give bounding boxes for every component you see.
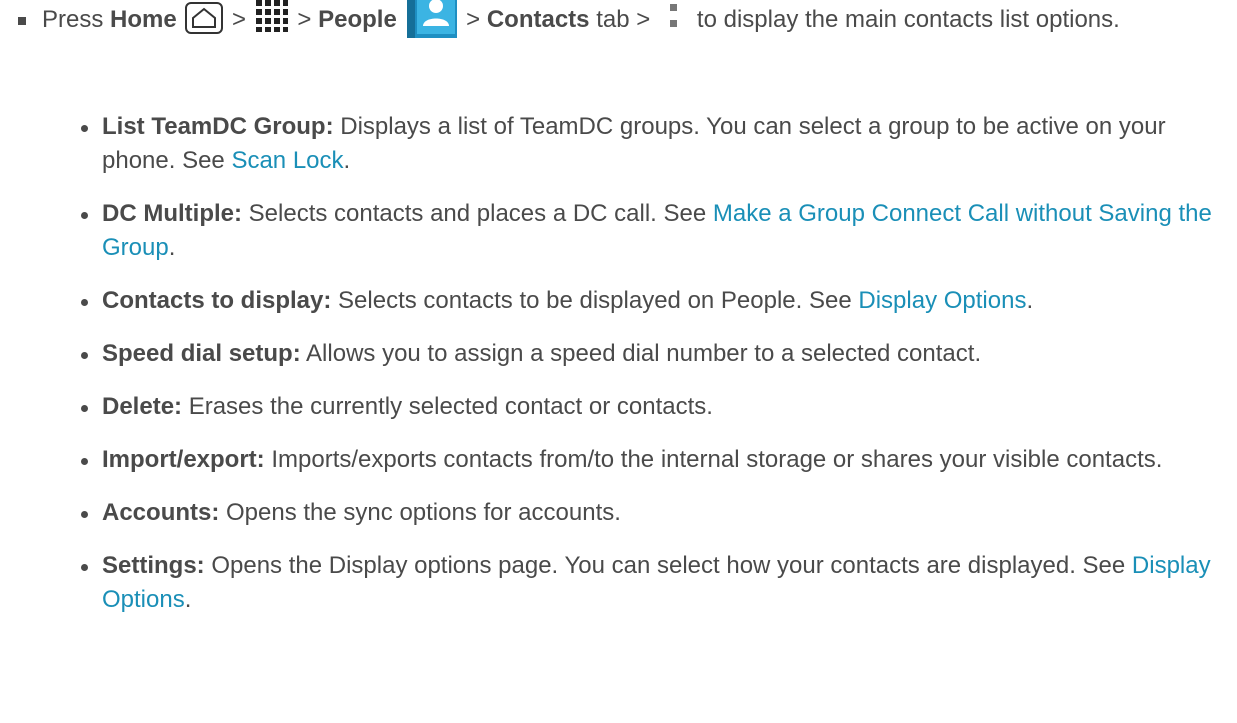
bullet-dot [81, 352, 88, 359]
list-item: Accounts: Opens the sync options for acc… [72, 496, 1222, 530]
home-icon [185, 1, 224, 34]
instruction-step: Press Home > > People > Contacts tab > t… [12, 0, 1222, 38]
option-description: Opens the sync options for accounts. [219, 499, 621, 526]
list-item: List TeamDC Group: Displays a list of Te… [72, 110, 1222, 178]
list-item: Settings: Opens the Display options page… [72, 549, 1222, 617]
list-item: Delete: Erases the currently selected co… [72, 390, 1222, 424]
contacts-label: Contacts [486, 6, 590, 33]
bullet-dot [81, 564, 88, 571]
home-label: Home [110, 6, 177, 33]
bullet-dot [81, 458, 88, 465]
square-bullet [18, 17, 26, 25]
option-description: Selects contacts to be displayed on Peop… [331, 287, 859, 314]
option-description: Imports/exports contacts from/to the int… [264, 446, 1163, 473]
bullet-dot [81, 212, 88, 219]
help-page: Press Home > > People > Contacts tab > t… [0, 0, 1237, 723]
period: . [184, 586, 192, 613]
separator: > [225, 6, 253, 33]
press-text: Press [42, 6, 104, 33]
separator: > [459, 6, 487, 33]
apps-grid-icon [255, 0, 289, 33]
option-description: Selects contacts and places a DC call. S… [241, 200, 713, 227]
see-also-link[interactable]: Display Options [858, 287, 1026, 314]
option-label: Settings: [102, 552, 205, 579]
see-also-link[interactable]: Scan Lock [231, 147, 343, 174]
period: . [168, 234, 176, 261]
option-label: DC Multiple: [102, 200, 242, 227]
option-label: List TeamDC Group: [102, 113, 334, 140]
menu-overflow-icon [667, 0, 681, 34]
step-text: Press Home > > People > Contacts tab > t… [42, 0, 1212, 38]
options-list: List TeamDC Group: Displays a list of Te… [72, 110, 1222, 636]
people-app-icon [407, 0, 458, 38]
option-label: Contacts to display: [102, 287, 332, 314]
option-description: Allows you to assign a speed dial number… [300, 340, 982, 367]
tail-text: to display the main contacts list option… [696, 6, 1120, 33]
option-label: Import/export: [102, 446, 265, 473]
separator: > [290, 6, 319, 33]
list-item: Contacts to display: Selects contacts to… [72, 284, 1222, 318]
option-label: Speed dial setup: [102, 340, 301, 367]
list-item: Import/export: Imports/exports contacts … [72, 443, 1222, 477]
option-description: Erases the currently selected contact or… [182, 393, 713, 420]
bullet-dot [81, 405, 88, 412]
list-item: Speed dial setup: Allows you to assign a… [72, 337, 1222, 371]
people-label: People [318, 6, 397, 33]
option-label: Delete: [102, 393, 183, 420]
tab-text: tab > [589, 6, 657, 33]
period: . [343, 147, 351, 174]
list-item: DC Multiple: Selects contacts and places… [72, 197, 1222, 265]
option-label: Accounts: [102, 499, 220, 526]
bullet-dot [81, 511, 88, 518]
period: . [1026, 287, 1034, 314]
bullet-dot [81, 125, 88, 132]
bullet-dot [81, 299, 88, 306]
option-description: Opens the Display options page. You can … [204, 552, 1132, 579]
